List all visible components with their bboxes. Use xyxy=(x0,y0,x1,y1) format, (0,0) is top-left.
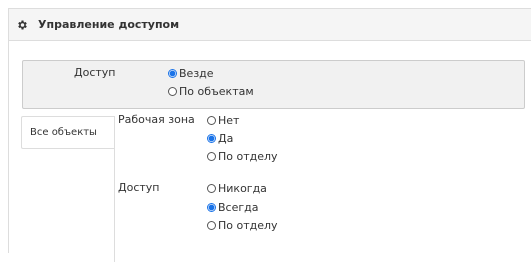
panel-title: Управление доступом xyxy=(38,18,180,31)
radio-selected-icon[interactable] xyxy=(207,202,216,212)
radio-icon[interactable] xyxy=(168,86,177,96)
tab-all-objects[interactable]: Все объекты xyxy=(21,116,115,149)
access-scope-box: Доступ Везде По объектам xyxy=(22,60,525,109)
workspace-option-yes[interactable]: Да xyxy=(207,131,233,145)
access-label: Доступ xyxy=(118,181,160,194)
workspace-option-by-department[interactable]: По отделу xyxy=(207,149,278,163)
radio-icon[interactable] xyxy=(207,183,216,193)
option-label: Всегда xyxy=(218,200,259,214)
radio-selected-icon[interactable] xyxy=(168,68,177,78)
radio-selected-icon[interactable] xyxy=(207,133,216,143)
option-label: Никогда xyxy=(218,181,267,195)
access-scope-option-by-objects[interactable]: По объектам xyxy=(168,84,254,98)
option-label: Да xyxy=(218,131,234,145)
workspace-option-no[interactable]: Нет xyxy=(207,113,239,127)
workspace-label: Рабочая зона xyxy=(118,113,195,126)
tab-divider xyxy=(114,116,115,262)
access-option-by-department[interactable]: По отделу xyxy=(207,218,278,232)
option-label: Везде xyxy=(179,66,214,80)
access-control-panel: Управление доступом Доступ Везде По объе… xyxy=(8,8,531,262)
tab-label: Все объекты xyxy=(30,127,97,138)
access-scope-option-everywhere[interactable]: Везде xyxy=(168,66,214,80)
access-scope-label: Доступ xyxy=(74,66,116,79)
access-option-never[interactable]: Никогда xyxy=(207,181,267,195)
option-label: По отделу xyxy=(218,218,278,232)
option-label: По объектам xyxy=(179,84,254,98)
option-label: По отделу xyxy=(218,149,278,163)
option-label: Нет xyxy=(218,113,240,127)
panel-header: Управление доступом xyxy=(9,9,531,41)
gear-icon xyxy=(18,20,27,30)
radio-icon[interactable] xyxy=(207,115,216,125)
radio-icon[interactable] xyxy=(207,151,216,161)
access-option-always[interactable]: Всегда xyxy=(207,200,259,214)
radio-icon[interactable] xyxy=(207,220,216,230)
